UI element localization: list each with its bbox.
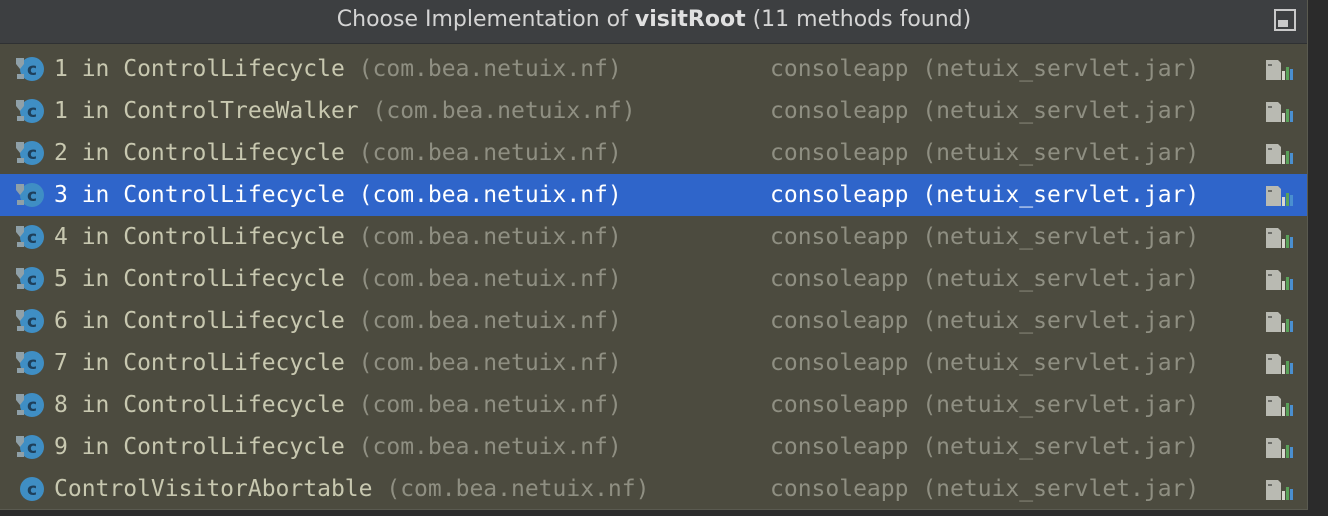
library-jar-icon — [1266, 354, 1293, 374]
row-location: consoleapp (netuix_servlet.jar) — [770, 266, 1200, 292]
implementation-row-3[interactable]: c 2 in ControlLifecycle (com.bea.netuix.… — [0, 132, 1307, 174]
svg-text:c: c — [27, 186, 37, 206]
svg-text:c: c — [27, 270, 37, 290]
row-name: ControlVisitorAbortable — [54, 476, 373, 502]
row-location: consoleapp (netuix_servlet.jar) — [770, 308, 1200, 334]
row-package: (com.bea.netuix.nf) — [372, 98, 636, 124]
implementation-row-7[interactable]: c 6 in ControlLifecycle (com.bea.netuix.… — [0, 300, 1307, 342]
row-package: (com.bea.netuix.nf) — [386, 476, 650, 502]
row-name: 4 in ControlLifecycle — [54, 224, 345, 250]
row-package: (com.bea.netuix.nf) — [358, 140, 622, 166]
implementation-list[interactable]: c 1 in ControlLifecycle (com.bea.netuix.… — [0, 48, 1307, 509]
row-name: 5 in ControlLifecycle — [54, 266, 345, 292]
implementation-row-5[interactable]: c 4 in ControlLifecycle (com.bea.netuix.… — [0, 216, 1307, 258]
class-method-icon: c — [16, 141, 44, 165]
row-package: (com.bea.netuix.nf) — [358, 350, 622, 376]
library-jar-icon — [1266, 228, 1293, 248]
row-name: 1 in ControlTreeWalker — [54, 98, 359, 124]
row-location: consoleapp (netuix_servlet.jar) — [770, 56, 1200, 82]
popup-title: Choose Implementation of visitRoot (11 m… — [337, 0, 971, 40]
implementation-row-10[interactable]: c 9 in ControlLifecycle (com.bea.netuix.… — [0, 426, 1307, 468]
row-name: 2 in ControlLifecycle — [54, 140, 345, 166]
implementation-row-9[interactable]: c 8 in ControlLifecycle (com.bea.netuix.… — [0, 384, 1307, 426]
implementation-row-1[interactable]: c 1 in ControlLifecycle (com.bea.netuix.… — [0, 48, 1307, 90]
row-name: 9 in ControlLifecycle — [54, 434, 345, 460]
row-location: consoleapp (netuix_servlet.jar) — [770, 350, 1200, 376]
row-package: (com.bea.netuix.nf) — [358, 224, 622, 250]
class-method-icon: c — [16, 309, 44, 333]
row-name: 1 in ControlLifecycle — [54, 56, 345, 82]
class-icon: c — [20, 477, 44, 501]
class-method-icon: c — [16, 183, 44, 207]
svg-text:c: c — [27, 144, 37, 164]
svg-text:c: c — [27, 396, 37, 416]
library-jar-icon — [1266, 396, 1293, 416]
library-jar-icon — [1266, 312, 1293, 332]
library-jar-icon — [1266, 144, 1293, 164]
class-method-icon: c — [16, 435, 44, 459]
svg-text:c: c — [27, 102, 37, 122]
row-location: consoleapp (netuix_servlet.jar) — [770, 476, 1200, 502]
class-method-icon: c — [16, 57, 44, 81]
row-location: consoleapp (netuix_servlet.jar) — [770, 224, 1200, 250]
row-label: 2 in ControlLifecycle (com.bea.netuix.nf… — [54, 132, 622, 174]
row-package: (com.bea.netuix.nf) — [358, 434, 622, 460]
row-package: (com.bea.netuix.nf) — [358, 182, 622, 208]
row-label: ControlVisitorAbortable (com.bea.netuix.… — [54, 468, 650, 509]
row-name: 6 in ControlLifecycle — [54, 308, 345, 334]
row-label: 3 in ControlLifecycle (com.bea.netuix.nf… — [54, 174, 622, 216]
row-name: 8 in ControlLifecycle — [54, 392, 345, 418]
background-editor-bottom — [0, 510, 1328, 516]
library-jar-icon — [1266, 438, 1293, 458]
row-label: 5 in ControlLifecycle (com.bea.netuix.nf… — [54, 258, 622, 300]
choose-implementation-popup: Choose Implementation of visitRoot (11 m… — [0, 0, 1308, 510]
row-label: 8 in ControlLifecycle (com.bea.netuix.nf… — [54, 384, 622, 426]
popup-title-bar[interactable]: Choose Implementation of visitRoot (11 m… — [0, 0, 1307, 44]
pin-window-button[interactable] — [1274, 9, 1296, 31]
class-method-icon: c — [16, 393, 44, 417]
row-package: (com.bea.netuix.nf) — [358, 266, 622, 292]
pin-window-icon — [1278, 20, 1288, 27]
library-jar-icon — [1266, 186, 1293, 206]
row-label: 9 in ControlLifecycle (com.bea.netuix.nf… — [54, 426, 622, 468]
row-package: (com.bea.netuix.nf) — [358, 56, 622, 82]
implementation-row-4[interactable]: c 3 in ControlLifecycle (com.bea.netuix.… — [0, 174, 1307, 216]
library-jar-icon — [1266, 480, 1293, 500]
svg-text:c: c — [27, 354, 37, 374]
class-method-icon: c — [16, 99, 44, 123]
class-method-icon: c — [16, 267, 44, 291]
title-prefix: Choose Implementation of — [336, 7, 635, 32]
svg-text:c: c — [27, 480, 37, 500]
row-label: 4 in ControlLifecycle (com.bea.netuix.nf… — [54, 216, 622, 258]
title-suffix: (11 methods found) — [745, 7, 972, 32]
row-location: consoleapp (netuix_servlet.jar) — [770, 434, 1200, 460]
row-package: (com.bea.netuix.nf) — [358, 392, 622, 418]
row-label: 7 in ControlLifecycle (com.bea.netuix.nf… — [54, 342, 622, 384]
row-label: 1 in ControlTreeWalker (com.bea.netuix.n… — [54, 90, 636, 132]
class-method-icon: c — [16, 351, 44, 375]
row-package: (com.bea.netuix.nf) — [358, 308, 622, 334]
class-method-icon: c — [16, 225, 44, 249]
row-name: 7 in ControlLifecycle — [54, 350, 345, 376]
implementation-row-6[interactable]: c 5 in ControlLifecycle (com.bea.netuix.… — [0, 258, 1307, 300]
row-name: 3 in ControlLifecycle — [54, 182, 345, 208]
row-location: consoleapp (netuix_servlet.jar) — [770, 392, 1200, 418]
svg-text:c: c — [27, 312, 37, 332]
library-jar-icon — [1266, 102, 1293, 122]
implementation-row-8[interactable]: c 7 in ControlLifecycle (com.bea.netuix.… — [0, 342, 1307, 384]
background-editor-strip — [1308, 0, 1328, 516]
svg-text:c: c — [27, 60, 37, 80]
row-location: consoleapp (netuix_servlet.jar) — [770, 140, 1200, 166]
svg-text:c: c — [27, 438, 37, 458]
title-method-name: visitRoot — [634, 7, 746, 32]
row-label: 1 in ControlLifecycle (com.bea.netuix.nf… — [54, 48, 622, 90]
row-location: consoleapp (netuix_servlet.jar) — [770, 98, 1200, 124]
row-label: 6 in ControlLifecycle (com.bea.netuix.nf… — [54, 300, 622, 342]
svg-text:c: c — [27, 228, 37, 248]
library-jar-icon — [1266, 60, 1293, 80]
implementation-row-2[interactable]: c 1 in ControlTreeWalker (com.bea.netuix… — [0, 90, 1307, 132]
row-location: consoleapp (netuix_servlet.jar) — [770, 182, 1200, 208]
library-jar-icon — [1266, 270, 1293, 290]
implementation-row-11[interactable]: c ControlVisitorAbortable (com.bea.netui… — [0, 468, 1307, 509]
